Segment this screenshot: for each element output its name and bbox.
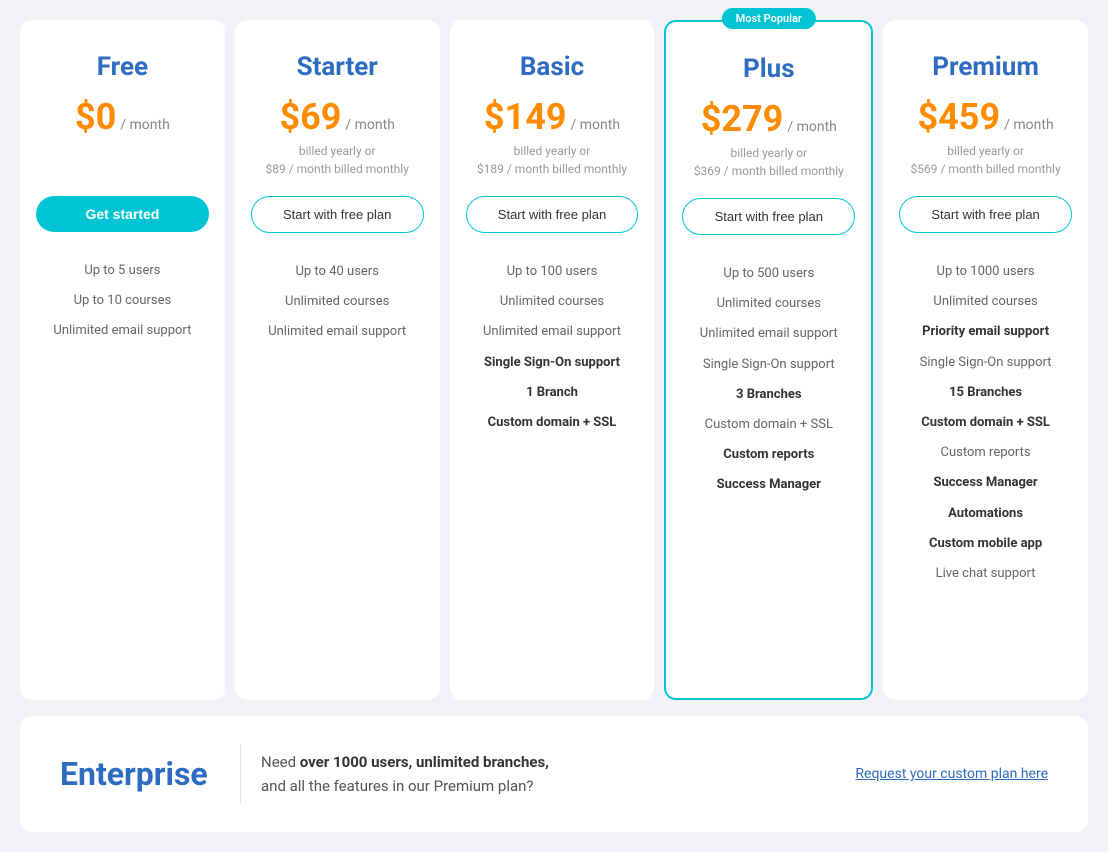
enterprise-link[interactable]: Request your custom plan here — [855, 766, 1048, 782]
plan-feature-plus-4: 3 Branches — [682, 380, 855, 410]
plan-cta-plus[interactable]: Start with free plan — [682, 198, 855, 235]
plan-price-premium: $459 — [918, 96, 1001, 138]
plan-card-starter: Starter $69 / month billed yearly or$89 … — [235, 20, 440, 700]
plan-billing-premium: billed yearly or$569 / month billed mont… — [899, 142, 1072, 178]
plan-feature-plus-3: Single Sign-On support — [682, 350, 855, 380]
plan-name-premium: Premium — [899, 52, 1072, 82]
plans-container: Free $0 / month Get started Up to 5 users… — [20, 20, 1088, 700]
plan-card-basic: Basic $149 / month billed yearly or$189 … — [450, 20, 655, 700]
enterprise-description: Need over 1000 users, unlimited branches… — [261, 750, 835, 798]
plan-price-row-basic: $149 / month — [466, 96, 639, 138]
plan-features-basic: Up to 100 usersUnlimited coursesUnlimite… — [466, 257, 639, 438]
plan-feature-plus-1: Unlimited courses — [682, 289, 855, 319]
plan-card-premium: Premium $459 / month billed yearly or$56… — [883, 20, 1088, 700]
plan-cta-free[interactable]: Get started — [36, 196, 209, 232]
plan-feature-plus-5: Custom domain + SSL — [682, 410, 855, 440]
plan-feature-premium-1: Unlimited courses — [899, 287, 1072, 317]
plan-price-row-free: $0 / month — [36, 96, 209, 138]
plan-card-plus: Most PopularPlus $279 / month billed yea… — [664, 20, 873, 700]
plan-feature-premium-3: Single Sign-On support — [899, 348, 1072, 378]
plan-feature-basic-2: Unlimited email support — [466, 317, 639, 347]
plan-period-starter: / month — [345, 117, 395, 133]
plan-feature-premium-6: Custom reports — [899, 438, 1072, 468]
plan-features-plus: Up to 500 usersUnlimited coursesUnlimite… — [682, 259, 855, 501]
plan-feature-premium-8: Automations — [899, 499, 1072, 529]
plan-feature-premium-7: Success Manager — [899, 468, 1072, 498]
plan-feature-free-2: Unlimited email support — [36, 316, 209, 346]
plan-feature-starter-1: Unlimited courses — [251, 287, 424, 317]
plan-billing-basic: billed yearly or$189 / month billed mont… — [466, 142, 639, 178]
plan-name-starter: Starter — [251, 52, 424, 82]
plan-feature-basic-4: 1 Branch — [466, 378, 639, 408]
plan-feature-premium-0: Up to 1000 users — [899, 257, 1072, 287]
plan-features-free: Up to 5 usersUp to 10 coursesUnlimited e… — [36, 256, 209, 347]
plan-feature-starter-0: Up to 40 users — [251, 257, 424, 287]
plan-feature-plus-0: Up to 500 users — [682, 259, 855, 289]
plan-price-starter: $69 — [279, 96, 341, 138]
plan-billing-plus: billed yearly or$369 / month billed mont… — [682, 144, 855, 180]
plan-feature-basic-5: Custom domain + SSL — [466, 408, 639, 438]
plan-cta-premium[interactable]: Start with free plan — [899, 196, 1072, 233]
plan-feature-starter-2: Unlimited email support — [251, 317, 424, 347]
plan-feature-premium-9: Custom mobile app — [899, 529, 1072, 559]
plan-price-row-premium: $459 / month — [899, 96, 1072, 138]
plan-feature-premium-2: Priority email support — [899, 317, 1072, 347]
plan-cta-starter[interactable]: Start with free plan — [251, 196, 424, 233]
plan-name-free: Free — [36, 52, 209, 82]
plan-name-plus: Plus — [682, 54, 855, 84]
plan-cta-basic[interactable]: Start with free plan — [466, 196, 639, 233]
plan-price-free: $0 — [75, 96, 116, 138]
plan-feature-premium-4: 15 Branches — [899, 378, 1072, 408]
plan-feature-premium-5: Custom domain + SSL — [899, 408, 1072, 438]
plan-features-premium: Up to 1000 usersUnlimited coursesPriorit… — [899, 257, 1072, 589]
plan-feature-plus-7: Success Manager — [682, 470, 855, 500]
plan-feature-plus-6: Custom reports — [682, 440, 855, 470]
plan-feature-basic-0: Up to 100 users — [466, 257, 639, 287]
plan-feature-basic-1: Unlimited courses — [466, 287, 639, 317]
plan-card-free: Free $0 / month Get started Up to 5 users… — [20, 20, 225, 700]
enterprise-divider — [240, 744, 241, 804]
plan-price-row-starter: $69 / month — [251, 96, 424, 138]
plan-price-plus: $279 — [701, 98, 784, 140]
plan-period-free: / month — [120, 117, 170, 133]
plan-feature-premium-10: Live chat support — [899, 559, 1072, 589]
plan-feature-plus-2: Unlimited email support — [682, 319, 855, 349]
pricing-wrapper: Free $0 / month Get started Up to 5 users… — [20, 20, 1088, 832]
plan-feature-free-1: Up to 10 courses — [36, 286, 209, 316]
enterprise-title: Enterprise — [60, 755, 220, 793]
plan-price-row-plus: $279 / month — [682, 98, 855, 140]
plan-feature-basic-3: Single Sign-On support — [466, 348, 639, 378]
plan-name-basic: Basic — [466, 52, 639, 82]
plan-billing-starter: billed yearly or$89 / month billed month… — [251, 142, 424, 178]
plan-period-plus: / month — [787, 119, 837, 135]
plan-features-starter: Up to 40 usersUnlimited coursesUnlimited… — [251, 257, 424, 348]
plan-feature-free-0: Up to 5 users — [36, 256, 209, 286]
plan-billing-free — [36, 142, 209, 178]
plan-period-basic: / month — [571, 117, 621, 133]
plan-period-premium: / month — [1004, 117, 1054, 133]
most-popular-badge: Most Popular — [722, 8, 816, 29]
plan-price-basic: $149 — [484, 96, 567, 138]
enterprise-card: Enterprise Need over 1000 users, unlimit… — [20, 716, 1088, 832]
